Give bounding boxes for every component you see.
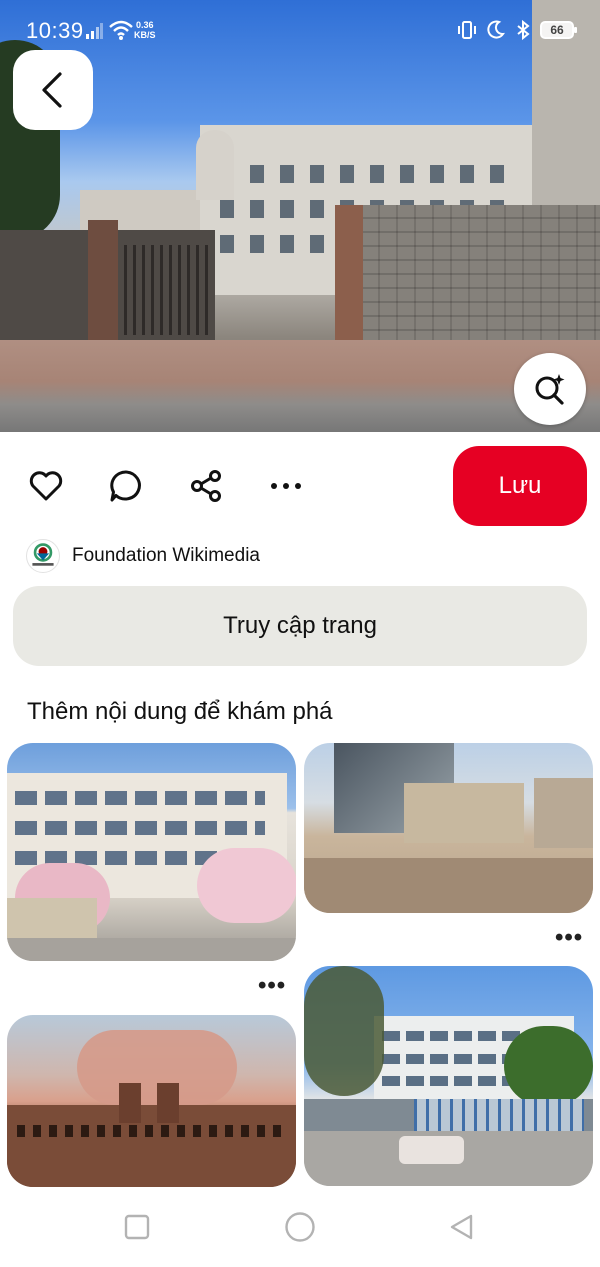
status-bar: 10:39 0.36 KB/S 66 — [0, 0, 600, 62]
moon-icon — [487, 20, 505, 39]
share-button[interactable] — [186, 466, 226, 506]
source-name: Foundation Wikimedia — [72, 545, 260, 566]
square-icon[interactable] — [123, 1213, 151, 1241]
back-button[interactable] — [13, 50, 93, 130]
battery-indicator: 66 — [540, 21, 577, 39]
save-button[interactable]: Lưu — [453, 446, 587, 526]
feed-pin-card[interactable] — [304, 743, 593, 913]
visual-search-button[interactable] — [514, 353, 586, 425]
status-time: 10:39 — [26, 18, 84, 43]
signal-icon — [86, 23, 103, 39]
wifi-icon — [109, 20, 133, 40]
pin-source[interactable]: Foundation Wikimedia — [26, 539, 260, 573]
feed-pin-card[interactable] — [304, 966, 593, 1186]
wikimedia-logo-icon — [26, 539, 60, 573]
bluetooth-icon — [517, 19, 530, 41]
more-to-explore-heading: Thêm nội dung để khám phá — [27, 698, 333, 725]
network-speed: 0.36 KB/S — [134, 20, 156, 40]
triangle-back-icon[interactable] — [448, 1213, 476, 1241]
feed-pin-card[interactable] — [7, 1015, 296, 1187]
system-nav-bar — [0, 1187, 600, 1267]
comment-icon — [110, 470, 141, 502]
share-icon — [191, 470, 221, 502]
heart-icon — [29, 471, 63, 501]
circle-icon[interactable] — [284, 1211, 316, 1243]
more-horizontal-icon — [271, 483, 301, 489]
more-options-button[interactable] — [266, 466, 306, 506]
comment-button[interactable] — [106, 466, 146, 506]
visit-site-button[interactable]: Truy cập trang — [13, 586, 587, 666]
visual-search-icon — [535, 374, 565, 405]
pin-more-button[interactable]: ••• — [258, 974, 286, 998]
vibrate-icon — [458, 21, 476, 39]
feed-pin-card[interactable] — [7, 743, 296, 961]
pin-action-bar: Lưu — [0, 445, 600, 527]
like-button[interactable] — [26, 466, 66, 506]
pin-more-button[interactable]: ••• — [555, 926, 583, 950]
chevron-left-icon — [42, 72, 62, 108]
